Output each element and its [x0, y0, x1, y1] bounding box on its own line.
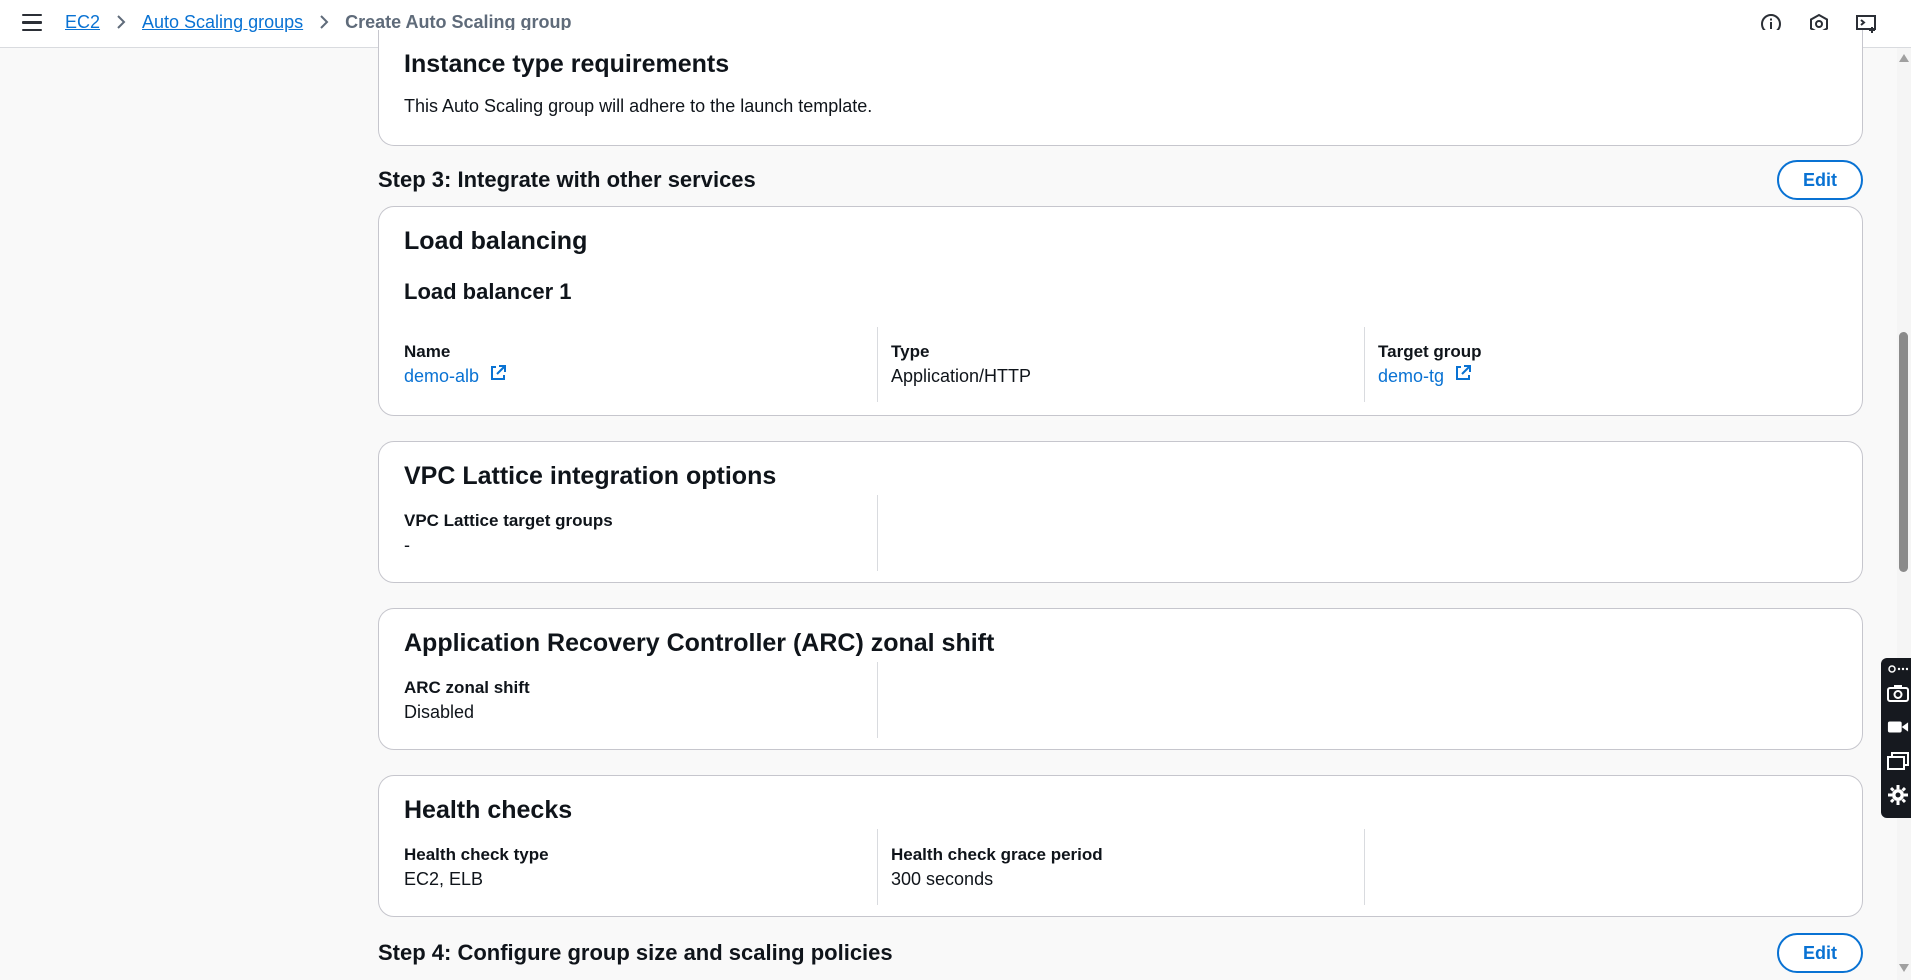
type-value: Application/HTTP — [891, 366, 1032, 386]
step-4-edit-button[interactable]: Edit — [1777, 933, 1863, 973]
arc-zonal-shift-card: Application Recovery Controller (ARC) zo… — [378, 608, 1863, 750]
vpc-lattice-label: VPC Lattice target groups — [404, 511, 613, 530]
health-check-type-label: Health check type — [404, 845, 549, 864]
vpc-lattice-target-groups-field: VPC Lattice target groups - — [404, 510, 613, 558]
card-title: Load balancing — [404, 227, 588, 255]
health-checks-card: Health checks Health check type EC2, ELB… — [378, 775, 1863, 917]
column-divider — [1364, 327, 1365, 402]
vpc-lattice-value: - — [404, 535, 410, 555]
chevron-right-icon — [319, 14, 329, 30]
scrollbar-thumb[interactable] — [1899, 332, 1908, 572]
name-field: Name demo-alb — [404, 341, 507, 389]
window-capture-icon[interactable] — [1887, 750, 1909, 772]
health-check-type-value: EC2, ELB — [404, 869, 484, 889]
load-balancing-card: Load balancing Load balancer 1 Name demo… — [378, 206, 1863, 416]
grace-period-label: Health check grace period — [891, 845, 1103, 864]
card-title: Instance type requirements — [404, 50, 730, 78]
scroll-down-arrow-icon[interactable] — [1899, 964, 1909, 972]
name-label: Name — [404, 342, 451, 361]
demo-tg-link[interactable]: demo-tg — [1378, 363, 1472, 389]
grace-period-value: 300 seconds — [891, 869, 994, 889]
hamburger-menu-icon[interactable] — [22, 14, 42, 32]
arc-zonal-shift-field: ARC zonal shift Disabled — [404, 677, 530, 725]
demo-alb-link[interactable]: demo-alb — [404, 363, 507, 389]
health-check-grace-period-field: Health check grace period 300 seconds — [891, 844, 1103, 892]
video-camera-icon[interactable] — [1887, 716, 1909, 738]
column-divider — [877, 327, 878, 402]
gear-icon[interactable] — [1887, 784, 1909, 806]
column-divider — [877, 495, 878, 571]
step-4-heading: Step 4: Configure group size and scaling… — [378, 940, 893, 965]
external-link-icon — [1454, 363, 1472, 389]
target-group-value[interactable]: demo-tg — [1378, 363, 1444, 389]
vpc-lattice-card: VPC Lattice integration options VPC Latt… — [378, 441, 1863, 583]
target-group-field: Target group demo-tg — [1378, 341, 1482, 389]
instance-type-requirements-card: Instance type requirements This Auto Sca… — [378, 30, 1863, 146]
arc-value: Disabled — [404, 702, 475, 722]
step-3-heading: Step 3: Integrate with other services — [378, 167, 756, 192]
column-divider — [877, 829, 878, 905]
toolbar-more-icon[interactable] — [1887, 662, 1909, 676]
type-field: Type Application/HTTP — [891, 341, 1031, 389]
column-divider — [877, 662, 878, 738]
breadcrumb-ec2-link[interactable]: EC2 — [65, 12, 100, 33]
step-3-edit-button[interactable]: Edit — [1777, 160, 1863, 200]
type-label: Type — [891, 342, 930, 361]
card-title: Health checks — [404, 796, 573, 824]
column-divider — [1364, 829, 1365, 905]
chevron-right-icon — [116, 14, 126, 30]
target-group-label: Target group — [1378, 342, 1482, 361]
scroll-up-arrow-icon[interactable] — [1899, 54, 1909, 62]
card-title: Application Recovery Controller (ARC) zo… — [404, 629, 995, 657]
arc-label: ARC zonal shift — [404, 678, 530, 697]
floating-capture-toolbar — [1881, 658, 1911, 818]
load-balancer-subtitle: Load balancer 1 — [404, 279, 572, 304]
card-title: VPC Lattice integration options — [404, 462, 777, 490]
camera-icon[interactable] — [1887, 682, 1909, 704]
card-description: This Auto Scaling group will adhere to t… — [404, 96, 873, 116]
external-link-icon — [489, 363, 507, 389]
name-value[interactable]: demo-alb — [404, 363, 479, 389]
health-check-type-field: Health check type EC2, ELB — [404, 844, 549, 892]
breadcrumb-auto-scaling-groups-link[interactable]: Auto Scaling groups — [142, 12, 303, 33]
